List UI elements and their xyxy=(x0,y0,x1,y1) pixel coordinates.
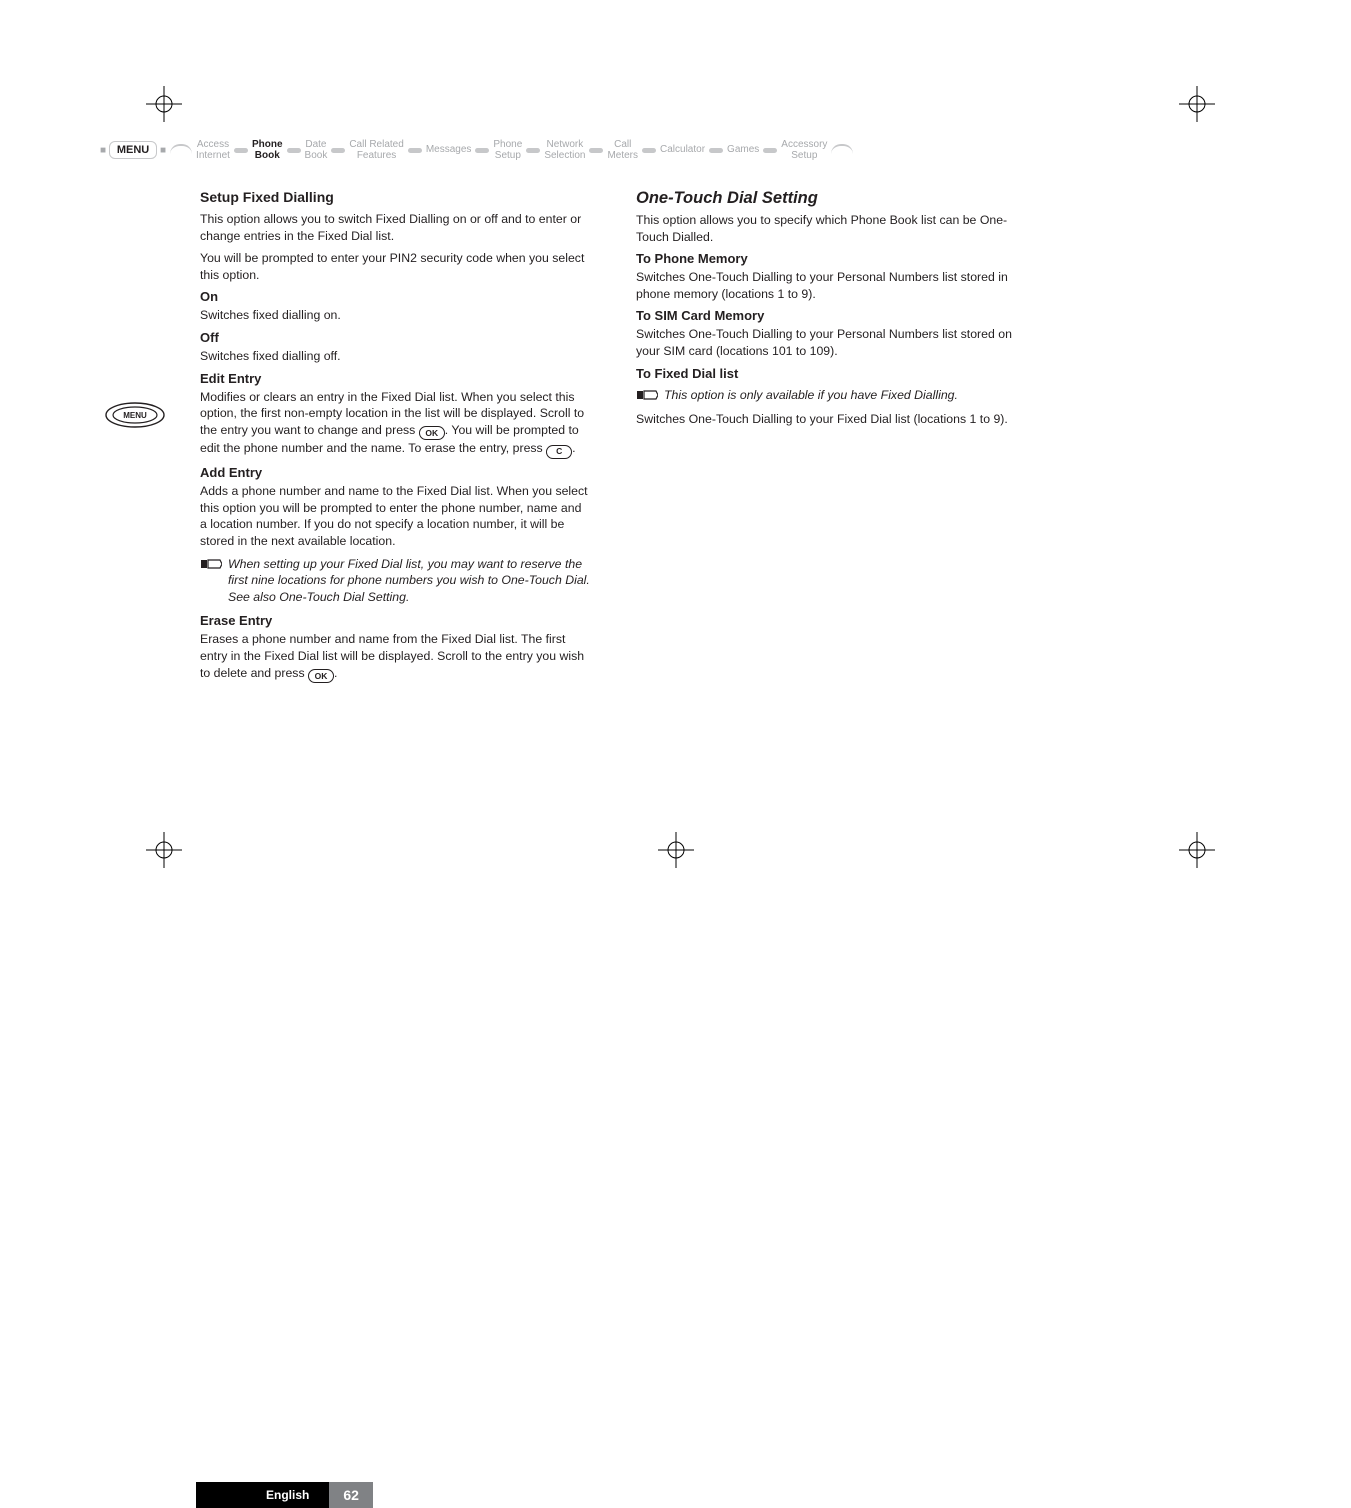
nav-separator-icon xyxy=(709,148,723,153)
nav-separator-icon xyxy=(408,148,422,153)
nav-separator-icon xyxy=(642,148,656,153)
heading-off: Off xyxy=(200,330,590,345)
heading-to-fixed-dial-list: To Fixed Dial list xyxy=(636,366,1026,381)
ok-key-icon: OK xyxy=(419,426,445,440)
nav-bullet: ■ xyxy=(160,145,166,156)
crop-mark-tr xyxy=(1177,84,1217,124)
nav-item-phone-setup: PhoneSetup xyxy=(493,140,522,161)
body-text: This option allows you to switch Fixed D… xyxy=(200,211,590,244)
page-content: ■ MENU ■ AccessInternet PhoneBook DateBo… xyxy=(200,140,1180,689)
nav-separator-icon xyxy=(475,148,489,153)
nav-menu-label: MENU xyxy=(109,141,157,159)
ok-key-icon: OK xyxy=(308,669,334,683)
svg-text:MENU: MENU xyxy=(123,411,147,420)
left-column: Setup Fixed Dialling This option allows … xyxy=(200,189,590,689)
heading-to-sim-card-memory: To SIM Card Memory xyxy=(636,308,1026,323)
nav-item-call-related-features: Call RelatedFeatures xyxy=(349,140,403,161)
body-text: This option allows you to specify which … xyxy=(636,212,1026,245)
note-text: This option is only available if you hav… xyxy=(664,387,958,404)
nav-item-accessory-setup: AccessorySetup xyxy=(781,140,827,161)
nav-separator-icon xyxy=(589,148,603,153)
body-text: You will be prompted to enter your PIN2 … xyxy=(200,250,590,283)
nav-item-call-meters: CallMeters xyxy=(607,140,638,161)
crop-mark-bc xyxy=(656,830,696,870)
nav-separator-icon xyxy=(331,148,345,153)
body-text: Switches One-Touch Dialling to your Pers… xyxy=(636,326,1026,359)
right-column: One-Touch Dial Setting This option allow… xyxy=(636,189,1026,689)
breadcrumb: ■ MENU ■ AccessInternet PhoneBook DateBo… xyxy=(100,140,1180,161)
nav-separator-icon xyxy=(287,148,301,153)
body-text: Switches fixed dialling off. xyxy=(200,348,590,365)
crop-mark-bl xyxy=(144,830,184,870)
heading-erase-entry: Erase Entry xyxy=(200,613,590,628)
nav-bullet: ■ xyxy=(100,145,106,156)
nav-swoosh-icon xyxy=(170,144,192,158)
heading-setup-fixed-dialling: Setup Fixed Dialling xyxy=(200,189,590,205)
nav-item-network-selection: NetworkSelection xyxy=(544,140,585,161)
c-key-icon: C xyxy=(546,445,572,459)
body-text: Switches One-Touch Dialling to your Fixe… xyxy=(636,411,1026,428)
nav-separator-icon xyxy=(526,148,540,153)
note-hand-icon xyxy=(200,557,222,571)
note: This option is only available if you hav… xyxy=(636,387,1026,404)
nav-item-games: Games xyxy=(727,145,759,156)
body-text: Switches fixed dialling on. xyxy=(200,307,590,324)
heading-on: On xyxy=(200,289,590,304)
note-hand-icon xyxy=(636,388,658,402)
nav-item-access-internet: AccessInternet xyxy=(196,140,230,161)
note-text: When setting up your Fixed Dial list, yo… xyxy=(228,556,590,606)
nav-swoosh-icon xyxy=(831,144,853,158)
body-text: Switches One-Touch Dialling to your Pers… xyxy=(636,269,1026,302)
crop-mark-br xyxy=(1177,830,1217,870)
footer-page-number: 62 xyxy=(329,1482,373,1508)
nav-separator-icon xyxy=(763,148,777,153)
heading-to-phone-memory: To Phone Memory xyxy=(636,251,1026,266)
footer-language: English xyxy=(196,1482,329,1508)
heading-add-entry: Add Entry xyxy=(200,465,590,480)
nav-item-calculator: Calculator xyxy=(660,145,705,156)
heading-one-touch-dial-setting: One-Touch Dial Setting xyxy=(636,189,1026,208)
menu-key-icon: MENU xyxy=(105,402,165,433)
crop-mark-tl xyxy=(144,84,184,124)
nav-item-messages: Messages xyxy=(426,145,472,156)
body-text: Erases a phone number and name from the … xyxy=(200,631,590,683)
heading-edit-entry: Edit Entry xyxy=(200,371,590,386)
body-text: Modifies or clears an entry in the Fixed… xyxy=(200,389,590,460)
nav-separator-icon xyxy=(234,148,248,153)
body-text: Adds a phone number and name to the Fixe… xyxy=(200,483,590,549)
nav-item-date-book: DateBook xyxy=(305,140,328,161)
note: When setting up your Fixed Dial list, yo… xyxy=(200,556,590,606)
nav-item-phone-book: PhoneBook xyxy=(252,140,283,161)
